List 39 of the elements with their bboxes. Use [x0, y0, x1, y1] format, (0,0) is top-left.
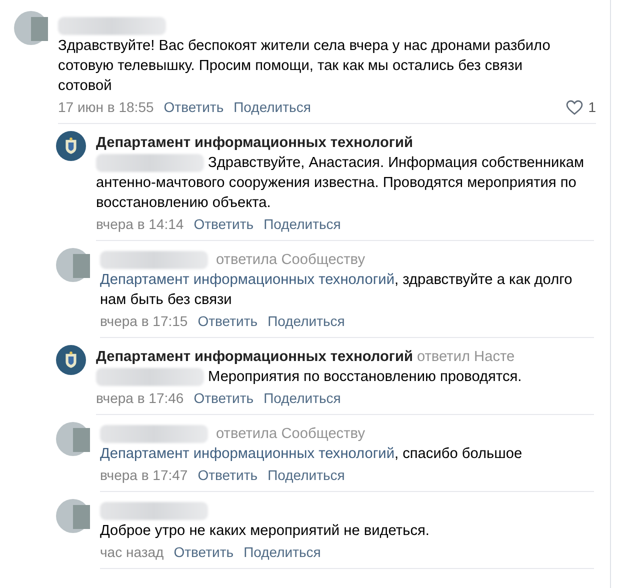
comment-text: Департамент информационных технологий, здравствуйте а как долго нам быть без связи	[100, 271, 574, 310]
reply-link[interactable]: Ответить	[164, 97, 224, 117]
mention-link[interactable]: Департамент информационных технологий	[100, 272, 394, 288]
comment-time[interactable]: вчера в 14:14	[96, 214, 184, 234]
reply-to-label: ответила Сообществу	[216, 425, 366, 444]
avatar-icon[interactable]	[56, 422, 90, 456]
avatar-icon[interactable]	[56, 499, 90, 533]
share-link[interactable]: Поделиться	[264, 388, 341, 408]
comment-text: Доброе утро не каких мероприятий не видеться.	[100, 522, 430, 541]
share-link[interactable]: Поделиться	[244, 542, 321, 562]
like-count: 1	[588, 98, 596, 117]
reply-link[interactable]: Ответить	[174, 542, 234, 562]
avatar-icon[interactable]	[56, 248, 90, 282]
comment-text: Здравствуйте, Анастасия. Информация собственникам антенно-мачтового сооружения известна. Проводятся мероприятия по восстановлению объекта.	[96, 153, 586, 213]
author-name[interactable]: Департамент информационных технологий	[96, 347, 413, 367]
share-link[interactable]: Поделиться	[264, 214, 341, 234]
reply-link[interactable]: Ответить	[198, 465, 258, 485]
comment-text: Мероприятия по восстановлению проводятся.	[96, 367, 586, 387]
share-link[interactable]: Поделиться	[268, 311, 345, 331]
heart-icon[interactable]	[566, 100, 584, 114]
comment-time[interactable]: вчера в 17:46	[96, 388, 184, 408]
emblem-avatar-icon[interactable]	[56, 345, 86, 375]
share-link[interactable]: Поделиться	[268, 465, 345, 485]
comment-text: Здравствуйте! Вас беспокоят жители села вчера у нас дронами разбило сотовую телевышку. Просим помощи, так как мы остались без связи сотовой	[58, 37, 552, 96]
avatar-icon[interactable]	[14, 11, 48, 45]
emblem-avatar-icon[interactable]	[56, 131, 86, 161]
reply-link[interactable]: Ответить	[194, 388, 254, 408]
reply-to-label: ответила Сообществу	[216, 251, 366, 270]
reply-to-label: ответил Насте	[416, 348, 515, 367]
reply-link[interactable]: Ответить	[198, 311, 258, 331]
mention-link[interactable]: Департамент информационных технологий	[100, 446, 394, 462]
comment-time[interactable]: 17 июн в 18:55	[58, 97, 154, 117]
author-name[interactable]: Департамент информационных технологий	[96, 133, 413, 153]
comment-time[interactable]: вчера в 17:47	[100, 465, 188, 485]
share-link[interactable]: Поделиться	[234, 97, 311, 117]
comment-time[interactable]: час назад	[100, 542, 164, 562]
comment-text: Департамент информационных технологий, спасибо большое	[100, 445, 524, 464]
comment-time[interactable]: вчера в 17:15	[100, 311, 188, 331]
reply-link[interactable]: Ответить	[194, 214, 254, 234]
